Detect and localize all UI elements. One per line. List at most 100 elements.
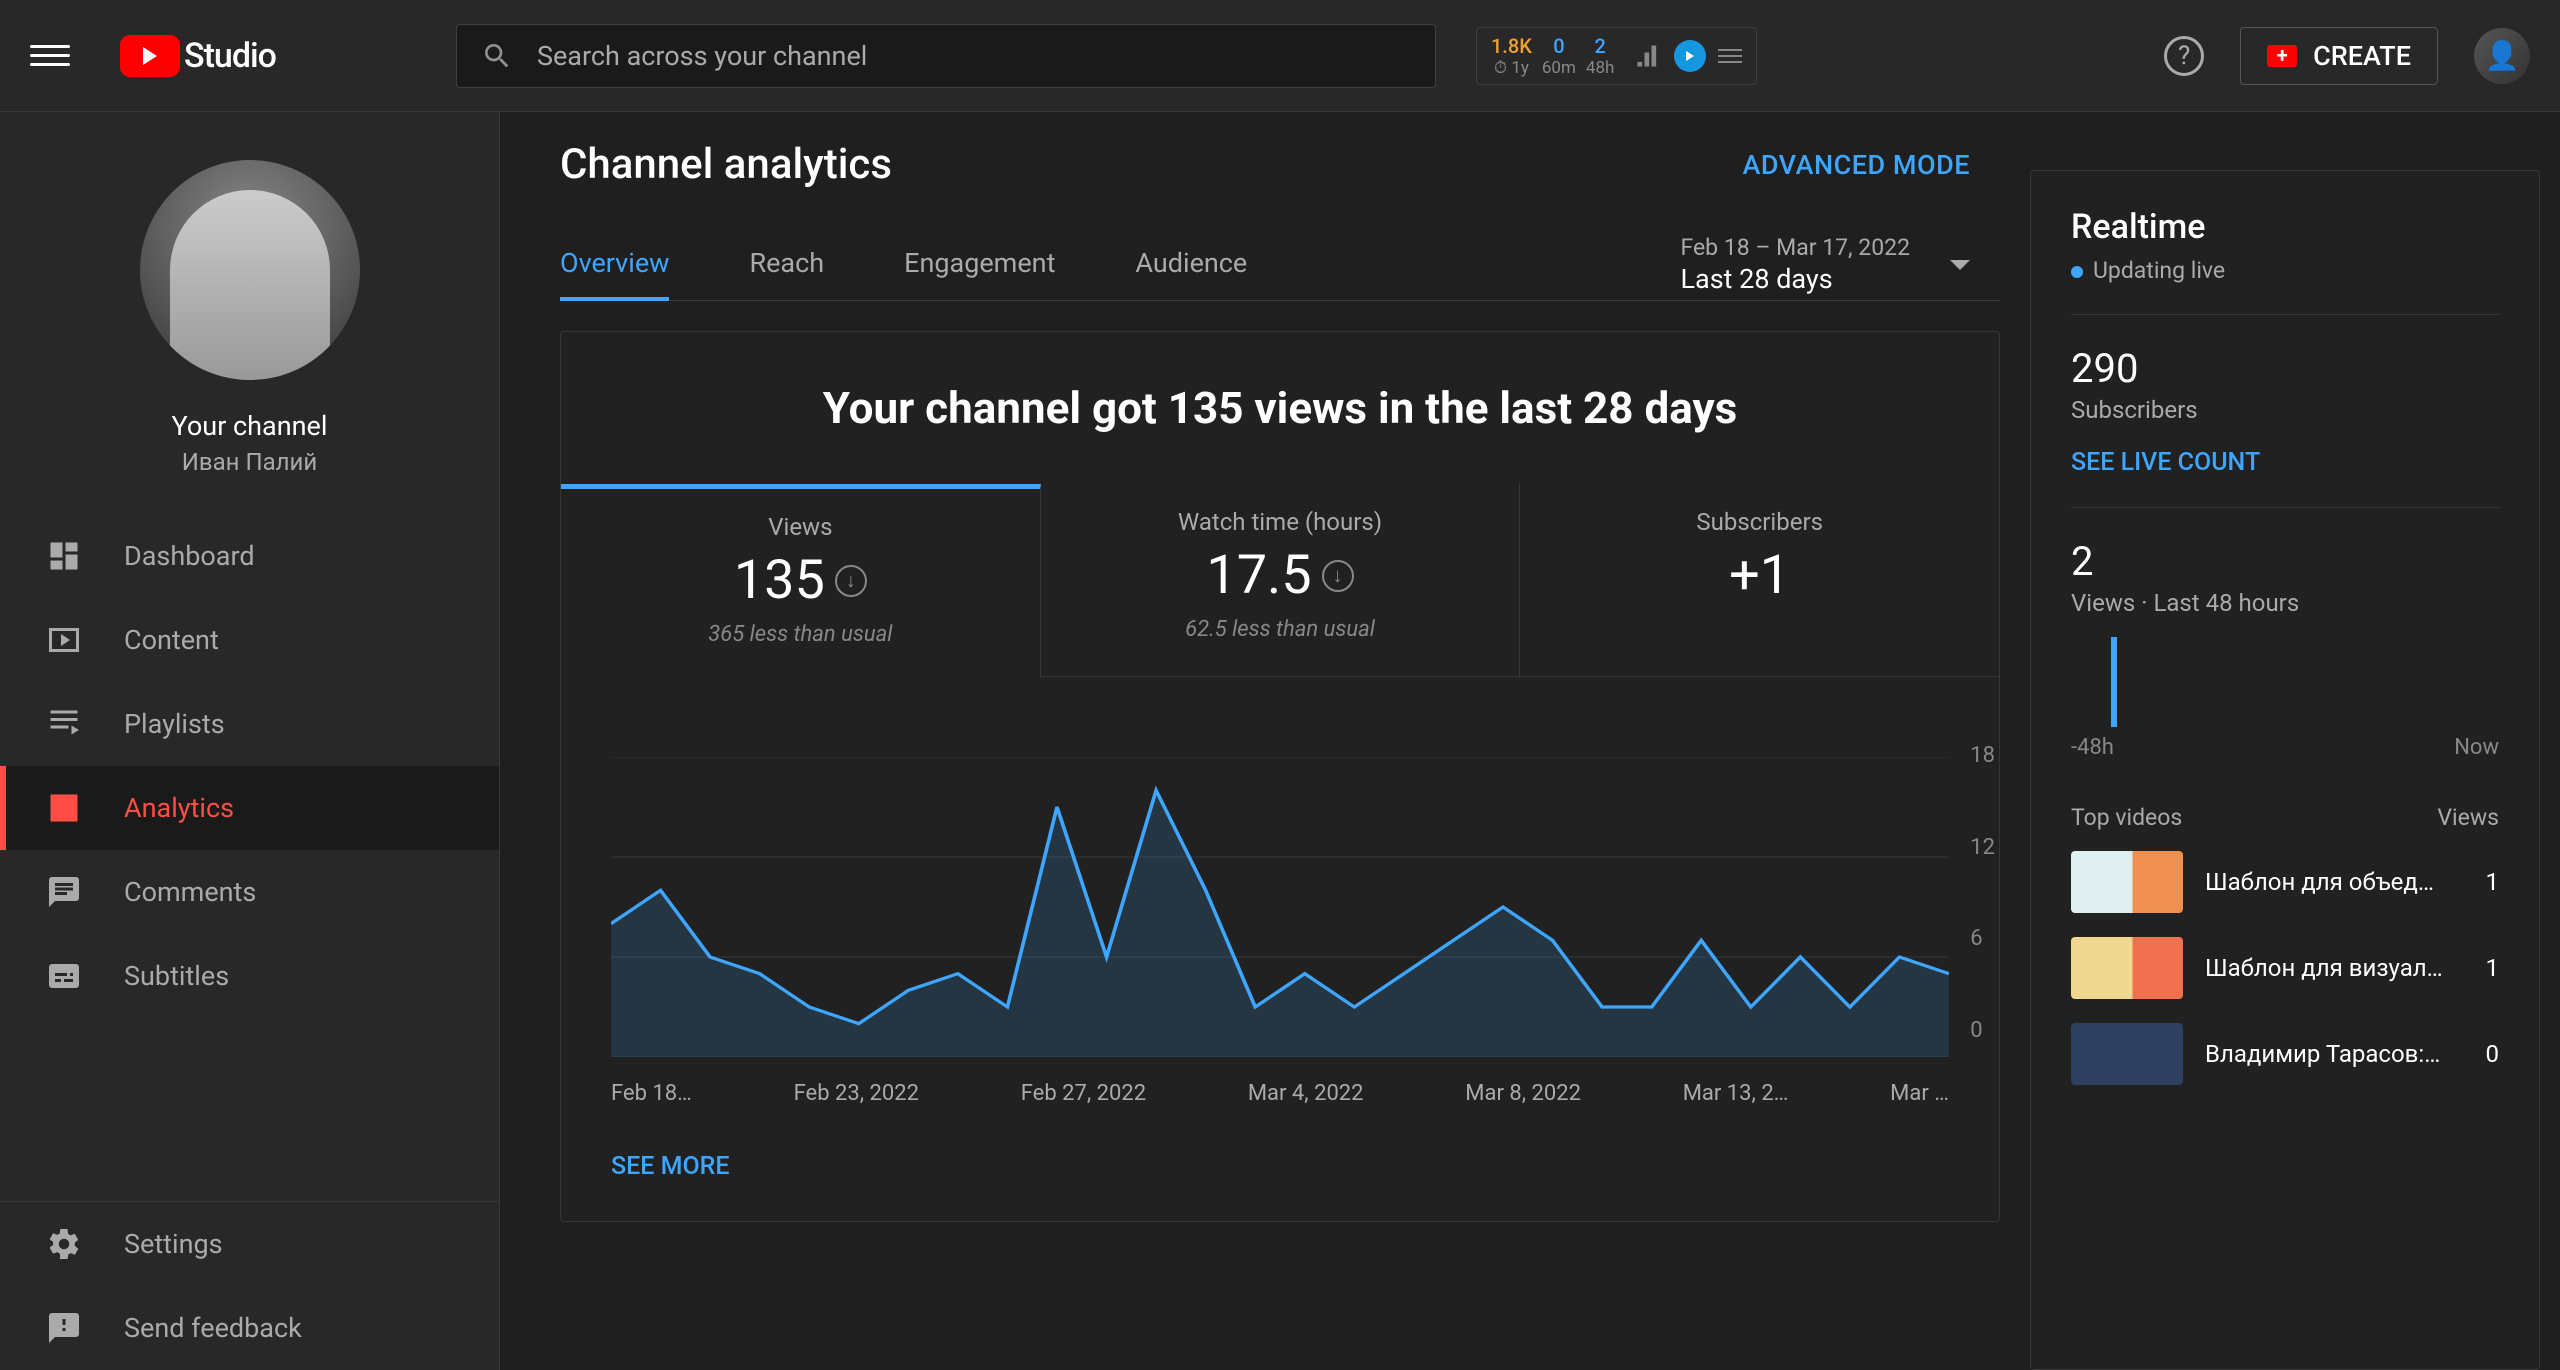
video-views: 1 bbox=[2486, 954, 2500, 982]
youtube-play-icon bbox=[120, 35, 180, 77]
sidebar-item-label: Settings bbox=[124, 1228, 223, 1260]
axis-right: Now bbox=[2454, 735, 2499, 760]
tab-audience[interactable]: Audience bbox=[1135, 229, 1247, 300]
badge-1y-value: 1.8K bbox=[1491, 34, 1532, 58]
sidebar-item-label: Analytics bbox=[124, 792, 234, 824]
views-column-label: Views bbox=[2437, 804, 2499, 831]
views-chart[interactable]: 181260 bbox=[611, 757, 1949, 1061]
video-title: Шаблон для визуал… bbox=[2205, 954, 2464, 982]
gear-icon bbox=[44, 1224, 84, 1264]
page-title: Channel analytics bbox=[560, 140, 892, 189]
channel-avatar bbox=[140, 160, 360, 380]
video-title: Шаблон для объед… bbox=[2205, 868, 2464, 896]
see-live-count-link[interactable]: SEE LIVE COUNT bbox=[2071, 448, 2499, 477]
realtime-title: Realtime bbox=[2071, 207, 2499, 247]
sidebar-item-label: Playlists bbox=[124, 708, 225, 740]
tabs: Overview Reach Engagement Audience bbox=[560, 229, 1247, 300]
subscribers-label: Subscribers bbox=[2071, 396, 2499, 424]
tab-engagement[interactable]: Engagement bbox=[904, 229, 1055, 300]
top-video-item[interactable]: Владимир Тарасов:… 0 bbox=[2071, 1023, 2499, 1085]
tab-reach[interactable]: Reach bbox=[749, 229, 824, 300]
stat-watch-time[interactable]: Watch time (hours) 17.5 62.5 less than u… bbox=[1041, 484, 1521, 677]
updating-live-label: Updating live bbox=[2093, 257, 2225, 284]
subtitles-icon bbox=[44, 956, 84, 996]
top-video-item[interactable]: Шаблон для объед… 1 bbox=[2071, 851, 2499, 913]
sidebar-item-label: Send feedback bbox=[124, 1312, 302, 1344]
sidebar-item-label: Content bbox=[124, 624, 219, 656]
video-thumbnail bbox=[2071, 1023, 2183, 1085]
account-avatar[interactable] bbox=[2474, 28, 2530, 84]
sidebar-item-comments[interactable]: Comments bbox=[0, 850, 499, 934]
app-header: Studio Search across your channel 1.8K⏱ … bbox=[0, 0, 2560, 112]
analytics-headline: Your channel got 135 views in the last 2… bbox=[561, 332, 1999, 484]
channel-profile[interactable]: Your channel Иван Палий bbox=[0, 112, 499, 514]
video-views: 1 bbox=[2486, 868, 2500, 896]
chevron-down-icon bbox=[1950, 260, 1970, 270]
search-icon bbox=[481, 40, 513, 72]
tab-overview[interactable]: Overview bbox=[560, 229, 669, 301]
badge-1y-sub: ⏱ 1y bbox=[1494, 58, 1529, 78]
feedback-icon bbox=[44, 1308, 84, 1348]
video-thumbnail bbox=[2071, 851, 2183, 913]
badge-48h-value: 2 bbox=[1594, 34, 1605, 58]
realtime-panel: Realtime Updating live 290 Subscribers S… bbox=[2030, 170, 2540, 1370]
content-icon bbox=[44, 620, 84, 660]
profile-title: Your channel bbox=[172, 410, 328, 442]
bars-icon bbox=[1634, 42, 1662, 70]
stat-label: Subscribers bbox=[1530, 508, 1989, 536]
sidebar-item-label: Subtitles bbox=[124, 960, 229, 992]
create-label: CREATE bbox=[2313, 40, 2411, 72]
header-stats-widget[interactable]: 1.8K⏱ 1y 060m 248h bbox=[1476, 27, 1757, 85]
logo-text: Studio bbox=[184, 36, 276, 76]
hamburger-icon[interactable] bbox=[30, 36, 70, 76]
advanced-mode-link[interactable]: ADVANCED MODE bbox=[1742, 149, 1970, 181]
views-48h-value: 2 bbox=[2071, 538, 2499, 585]
analytics-card: Your channel got 135 views in the last 2… bbox=[560, 331, 2000, 1222]
stat-subscribers[interactable]: Subscribers +1 bbox=[1520, 484, 1999, 677]
stat-sub: 62.5 less than usual bbox=[1051, 617, 1510, 642]
badge-60m-value: 0 bbox=[1553, 34, 1564, 58]
list-icon[interactable] bbox=[1718, 49, 1742, 63]
top-videos-label: Top videos bbox=[2071, 804, 2182, 831]
help-icon[interactable]: ? bbox=[2164, 36, 2204, 76]
stat-label: Views bbox=[571, 513, 1030, 541]
video-thumbnail bbox=[2071, 937, 2183, 999]
subscribers-count: 290 bbox=[2071, 345, 2499, 392]
comments-icon bbox=[44, 872, 84, 912]
down-arrow-icon bbox=[1322, 560, 1354, 592]
date-range-picker[interactable]: Feb 18 – Mar 17, 2022 Last 28 days bbox=[1680, 234, 1970, 295]
sidebar-item-label: Comments bbox=[124, 876, 256, 908]
studio-logo[interactable]: Studio bbox=[120, 35, 276, 77]
sidebar-item-feedback[interactable]: Send feedback bbox=[0, 1286, 499, 1370]
sidebar-item-analytics[interactable]: Analytics bbox=[0, 766, 499, 850]
search-input[interactable]: Search across your channel bbox=[456, 24, 1436, 88]
top-video-item[interactable]: Шаблон для визуал… 1 bbox=[2071, 937, 2499, 999]
sidebar-item-playlists[interactable]: Playlists bbox=[0, 682, 499, 766]
sidebar-item-subtitles[interactable]: Subtitles bbox=[0, 934, 499, 1018]
badge-60m-sub: 60m bbox=[1542, 58, 1576, 78]
sidebar-item-content[interactable]: Content bbox=[0, 598, 499, 682]
views-48h-label: Views · Last 48 hours bbox=[2071, 589, 2499, 617]
badge-48h-sub: 48h bbox=[1586, 58, 1614, 78]
sidebar-item-dashboard[interactable]: Dashboard bbox=[0, 514, 499, 598]
see-more-link[interactable]: SEE MORE bbox=[611, 1152, 1999, 1181]
date-range-text: Feb 18 – Mar 17, 2022 bbox=[1680, 234, 1910, 261]
search-placeholder: Search across your channel bbox=[537, 40, 867, 72]
video-title: Владимир Тарасов:… bbox=[2205, 1040, 2464, 1068]
create-button[interactable]: CREATE bbox=[2240, 27, 2438, 85]
play-circle-icon[interactable] bbox=[1674, 40, 1706, 72]
stat-sub: 365 less than usual bbox=[571, 622, 1030, 647]
create-camera-icon bbox=[2267, 45, 2297, 67]
chart-x-axis: Feb 18…Feb 23, 2022Feb 27, 2022Mar 4, 20… bbox=[611, 1081, 1949, 1106]
video-views: 0 bbox=[2486, 1040, 2500, 1068]
axis-left: -48h bbox=[2071, 735, 2114, 760]
sidebar-item-settings[interactable]: Settings bbox=[0, 1202, 499, 1286]
stat-label: Watch time (hours) bbox=[1051, 508, 1510, 536]
stat-views[interactable]: Views 135 365 less than usual bbox=[561, 484, 1041, 677]
sidebar: Your channel Иван Палий Dashboard Conten… bbox=[0, 112, 500, 1370]
live-dot-icon bbox=[2071, 266, 2083, 278]
sidebar-item-label: Dashboard bbox=[124, 540, 255, 572]
down-arrow-icon bbox=[835, 565, 867, 597]
stat-value: 135 bbox=[734, 549, 825, 612]
analytics-icon bbox=[44, 788, 84, 828]
